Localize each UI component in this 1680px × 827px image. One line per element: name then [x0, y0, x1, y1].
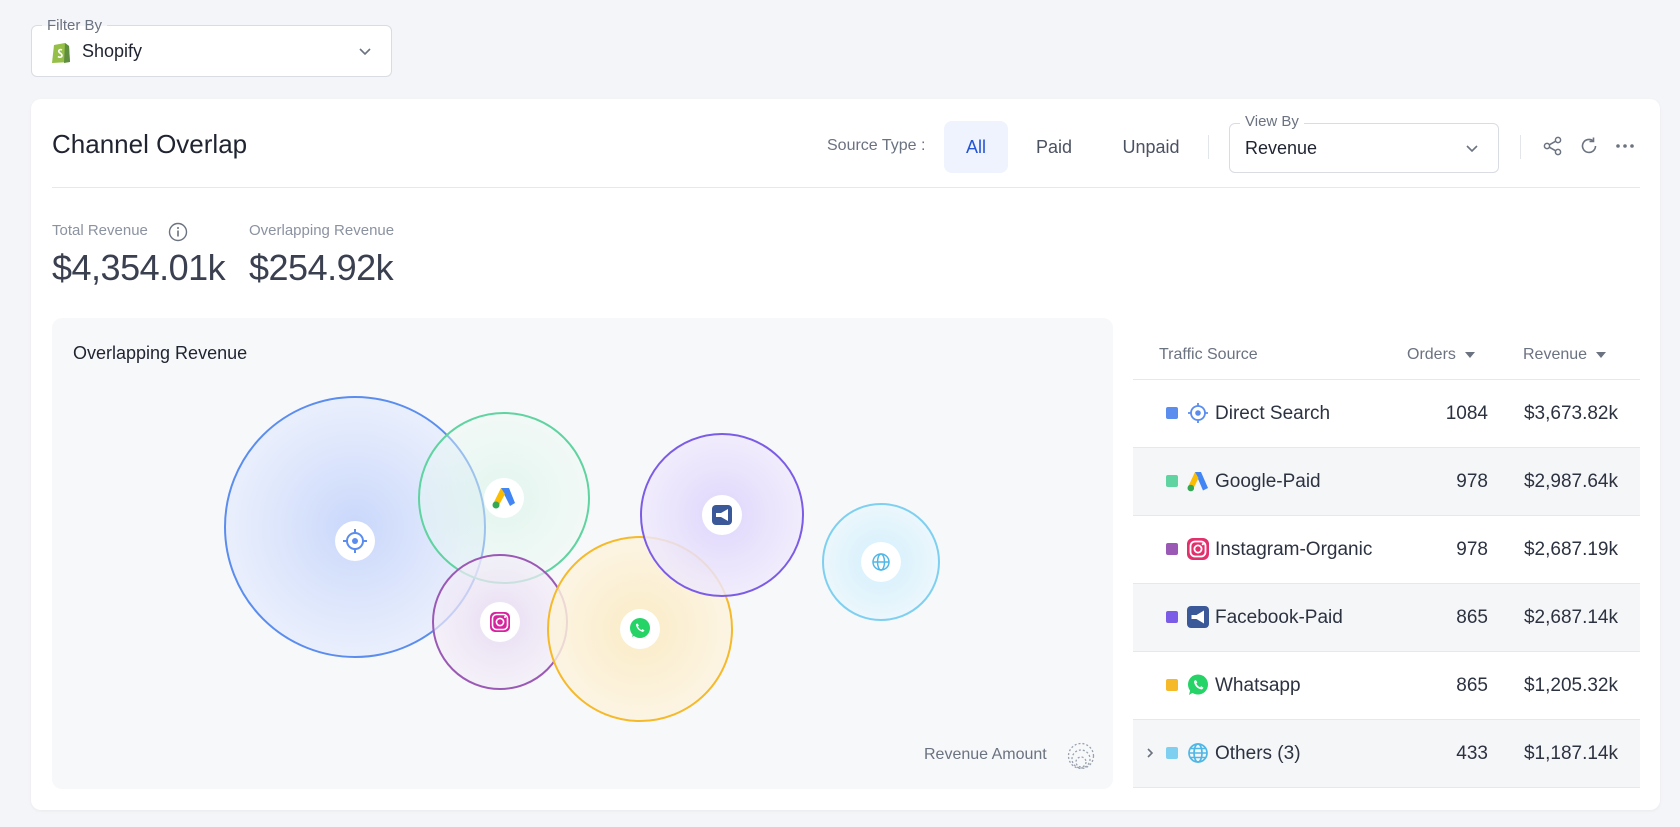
row-revenue: $3,673.82k [1523, 403, 1618, 424]
sort-caret-icon [1596, 351, 1607, 358]
globe-icon [861, 542, 901, 582]
row-revenue: $1,205.32k [1523, 675, 1618, 696]
google-ads-icon [1187, 472, 1208, 492]
revenue-header-label: Revenue [1523, 346, 1588, 363]
channel-overlap-card: Channel Overlap Source Type : All Paid U… [31, 99, 1660, 810]
column-header-traffic-source: Traffic Source [1159, 346, 1258, 363]
row-orders: 978 [1456, 539, 1488, 560]
refresh-icon[interactable] [1578, 135, 1600, 157]
table-row[interactable]: Google-Paid 978 $2,987.64k [1133, 448, 1640, 516]
shopify-icon [52, 43, 70, 63]
instagram-icon [1187, 538, 1209, 560]
row-orders: 1084 [1445, 403, 1488, 424]
facebook-ads-icon [1187, 606, 1209, 628]
whatsapp-icon [620, 609, 660, 649]
info-icon[interactable] [168, 222, 188, 242]
tab-all[interactable]: All [944, 121, 1008, 173]
filter-value: Shopify [82, 41, 143, 61]
view-by-select[interactable]: View By Revenue [1229, 113, 1499, 173]
tab-unpaid[interactable]: Unpaid [1101, 121, 1201, 173]
divider [1208, 135, 1209, 159]
series-color-swatch [1166, 747, 1178, 759]
divider [1520, 135, 1521, 159]
more-icon[interactable] [1614, 135, 1636, 157]
table-row[interactable]: Direct Search 1084 $3,673.82k [1133, 380, 1640, 448]
row-orders: 978 [1456, 471, 1488, 492]
row-source-name: Whatsapp [1215, 675, 1301, 696]
revenue-amount-legend: Revenue Amount [924, 746, 1047, 763]
source-type-label: Source Type : [827, 137, 926, 154]
row-revenue: $2,687.19k [1523, 539, 1618, 560]
column-header-revenue[interactable]: Revenue [1523, 346, 1607, 364]
globe-icon [1188, 743, 1208, 763]
overlap-chart [224, 396, 940, 722]
row-source-name: Others (3) [1215, 743, 1301, 764]
orders-header-label: Orders [1407, 346, 1456, 363]
table-row[interactable]: Whatsapp 865 $1,205.32k [1133, 652, 1640, 720]
instagram-icon [480, 602, 520, 642]
row-source-name: Instagram-Organic [1215, 539, 1373, 560]
google-ads-icon [484, 478, 524, 518]
row-source-name: Direct Search [1215, 403, 1331, 424]
chevron-down-icon [359, 48, 371, 56]
chevron-right-icon[interactable] [1143, 746, 1157, 760]
total-revenue-label: Total Revenue [52, 222, 148, 239]
view-by-value: Revenue [1245, 138, 1318, 158]
row-source-name: Facebook-Paid [1215, 607, 1343, 628]
table-row[interactable]: Instagram-Organic 978 $2,687.19k [1133, 516, 1640, 584]
table-row[interactable]: Facebook-Paid 865 $2,687.14k [1133, 584, 1640, 652]
bubble-size-legend-icon [1067, 742, 1095, 770]
column-header-orders[interactable]: Orders [1407, 346, 1475, 364]
row-revenue: $2,987.64k [1523, 471, 1618, 492]
facebook-ads-icon [702, 495, 742, 535]
row-source-name: Google-Paid [1215, 471, 1321, 492]
row-revenue: $2,687.14k [1523, 607, 1618, 628]
overlap-chart-panel: Overlapping Revenue Revenue Amount [52, 318, 1113, 789]
row-orders: 865 [1456, 675, 1488, 696]
share-icon[interactable] [1542, 135, 1564, 157]
filter-by-label: Filter By [42, 17, 108, 35]
chart-title: Overlapping Revenue [73, 343, 248, 363]
row-orders: 433 [1456, 743, 1488, 764]
chevron-down-icon [1466, 145, 1478, 153]
table-row[interactable]: Others (3) 433 $1,187.14k [1133, 720, 1640, 788]
sort-caret-icon [1464, 351, 1475, 358]
tab-paid[interactable]: Paid [1016, 121, 1092, 173]
series-color-swatch [1166, 475, 1178, 487]
total-revenue-value: $4,354.01k [52, 247, 226, 288]
series-color-swatch [1166, 407, 1178, 419]
target-icon [335, 521, 375, 561]
overlapping-revenue-label: Overlapping Revenue [249, 222, 395, 239]
whatsapp-icon [1188, 674, 1208, 695]
series-color-swatch [1166, 611, 1178, 623]
page-title: Channel Overlap [52, 129, 248, 159]
view-by-label: View By [1240, 113, 1304, 130]
overlapping-revenue-value: $254.92k [249, 247, 394, 288]
series-color-swatch [1166, 543, 1178, 555]
target-icon [1188, 403, 1208, 423]
row-orders: 865 [1456, 607, 1488, 628]
header-divider [52, 187, 1640, 188]
filter-by-select[interactable]: Filter By Shopify [31, 17, 392, 77]
row-revenue: $1,187.14k [1523, 743, 1618, 764]
series-color-swatch [1166, 679, 1178, 691]
